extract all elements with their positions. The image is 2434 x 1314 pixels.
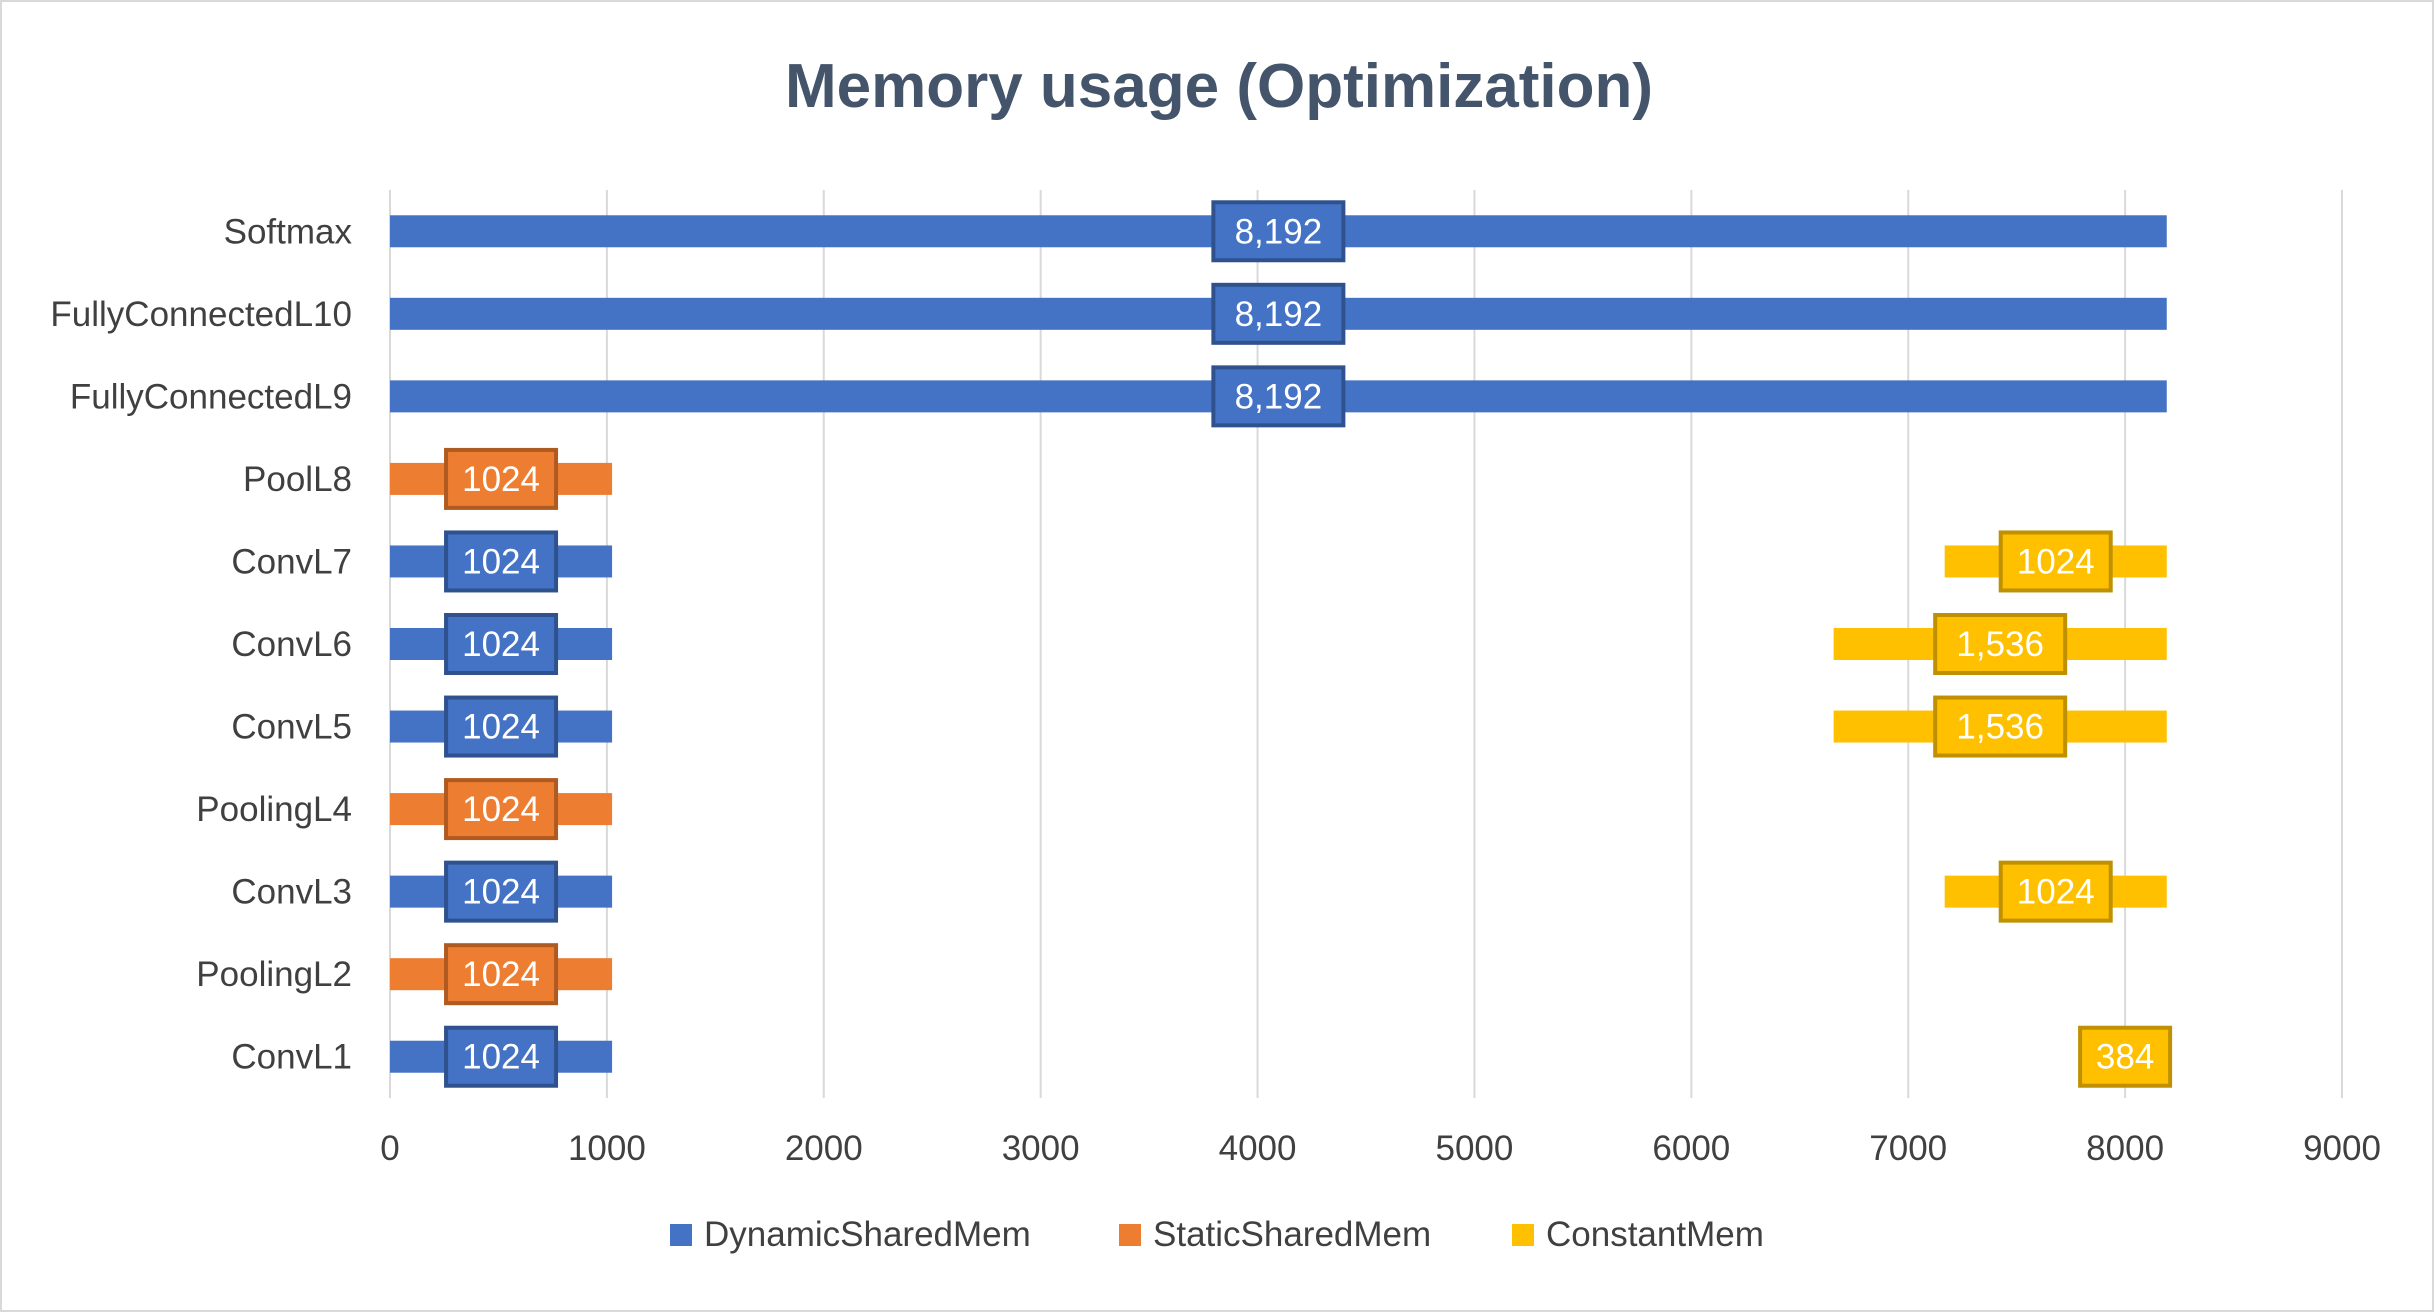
x-tick-label-4000: 4000 (1219, 1129, 1297, 1168)
data-label-text: 1024 (462, 460, 540, 499)
category-label-fullyconnectedl9: FullyConnectedL9 (70, 377, 352, 416)
data-label-text: 1024 (462, 1038, 540, 1077)
data-label-text: 1,536 (1956, 708, 2044, 747)
x-tick-label-9000: 9000 (2303, 1129, 2381, 1168)
data-label-text: 1024 (462, 542, 540, 581)
data-label-constantmem-convl1: 384 (2078, 1025, 2173, 1088)
data-label-text: 1024 (462, 790, 540, 829)
data-label-staticsharedmem-poolingl4: 1024 (444, 778, 559, 841)
x-tick-label-1000: 1000 (568, 1129, 646, 1168)
data-label-dynamicsharedmem-convl3: 1024 (444, 860, 559, 923)
data-label-dynamicsharedmem-fullyconnectedl9: 8,192 (1211, 365, 1346, 428)
x-tick-label-7000: 7000 (1869, 1129, 1947, 1168)
legend-swatch (1119, 1224, 1141, 1246)
legend-label: DynamicSharedMem (704, 1215, 1031, 1254)
data-label-text: 1024 (462, 955, 540, 994)
category-label-pooll8: PoolL8 (243, 460, 352, 499)
data-label-text: 1024 (462, 625, 540, 664)
data-label-dynamicsharedmem-convl7: 1024 (444, 530, 559, 593)
category-label-convl5: ConvL5 (231, 708, 352, 747)
data-label-dynamicsharedmem-convl6: 1024 (444, 613, 559, 675)
data-label-text: 1,536 (1956, 625, 2044, 664)
data-label-constantmem-convl3: 1024 (1998, 860, 2113, 923)
legend-label: StaticSharedMem (1153, 1215, 1431, 1254)
chart-title: Memory usage (Optimization) (785, 52, 1653, 121)
chart-area: Memory usage (Optimization) 0 1000 2000 300… (0, 0, 2434, 1312)
data-label-dynamicsharedmem-convl5: 1024 (444, 695, 559, 758)
data-label-text: 1024 (462, 708, 540, 747)
category-label-poolingl4: PoolingL4 (196, 790, 352, 829)
data-label-text: 8,192 (1235, 377, 1323, 416)
bar-chart: Memory usage (Optimization) 0 1000 2000 300… (50, 52, 2381, 1254)
category-label-poolingl2: PoolingL2 (196, 955, 352, 994)
data-label-dynamicsharedmem-softmax: 8,192 (1211, 200, 1346, 263)
category-label-softmax: Softmax (224, 212, 353, 251)
legend-label: ConstantMem (1546, 1215, 1764, 1254)
data-label-staticsharedmem-pooll8: 1024 (444, 447, 559, 510)
data-label-constantmem-convl6: 1,536 (1933, 613, 2068, 675)
legend-swatch (670, 1224, 692, 1246)
legend-item-dynamicsharedmem: DynamicSharedMem (670, 1215, 1031, 1254)
x-tick-label-6000: 6000 (1652, 1129, 1730, 1168)
legend-item-staticsharedmem: StaticSharedMem (1119, 1215, 1431, 1254)
data-label-constantmem-convl7: 1024 (1998, 530, 2113, 593)
data-label-text: 1024 (462, 873, 540, 912)
legend: DynamicSharedMem StaticSharedMem ConstantM… (670, 1215, 1764, 1254)
x-axis-ticks: 0 1000 2000 3000 4000 5000 6000 7000 8000 9000 (380, 1129, 2381, 1168)
data-label-dynamicsharedmem-fullyconnectedl10: 8,192 (1211, 282, 1346, 345)
legend-swatch (1512, 1224, 1534, 1246)
data-label-staticsharedmem-poolingl2: 1024 (444, 943, 559, 1006)
category-label-convl3: ConvL3 (231, 873, 352, 912)
data-label-text: 8,192 (1235, 212, 1323, 251)
x-tick-label-3000: 3000 (1002, 1129, 1080, 1168)
x-tick-label-2000: 2000 (785, 1129, 863, 1168)
data-label-constantmem-convl5: 1,536 (1933, 695, 2068, 758)
data-label-text: 1024 (2017, 542, 2095, 581)
category-axis: ConvL1 PoolingL2 ConvL3 PoolingL4 ConvL5 Conv… (50, 212, 352, 1076)
x-tick-label-5000: 5000 (1436, 1129, 1514, 1168)
data-label-dynamicsharedmem-convl1: 1024 (444, 1025, 559, 1088)
category-label-convl1: ConvL1 (231, 1038, 352, 1077)
x-tick-label-0: 0 (380, 1129, 399, 1168)
data-label-text: 384 (2096, 1038, 2154, 1077)
legend-item-constantmem: ConstantMem (1512, 1215, 1764, 1254)
category-label-fullyconnectedl10: FullyConnectedL10 (50, 295, 352, 334)
data-label-text: 1024 (2017, 873, 2095, 912)
category-label-convl7: ConvL7 (231, 542, 352, 581)
data-label-text: 8,192 (1235, 295, 1323, 334)
x-tick-label-8000: 8000 (2086, 1129, 2164, 1168)
category-label-convl6: ConvL6 (231, 625, 352, 664)
